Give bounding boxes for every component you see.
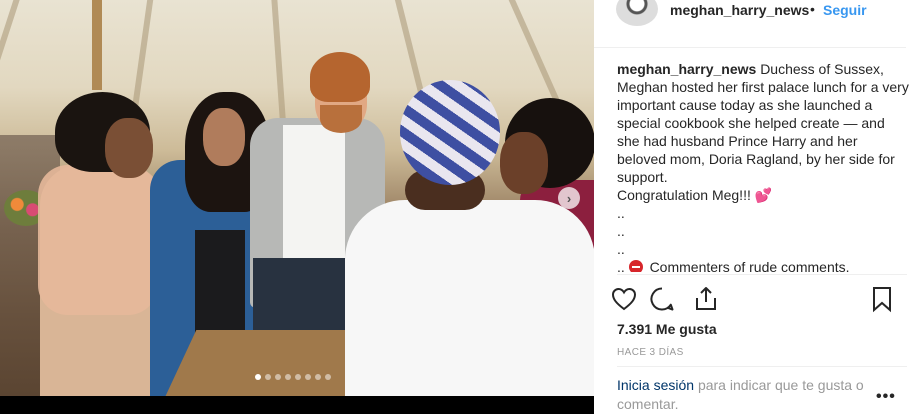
avatar[interactable] (616, 0, 658, 26)
more-options-button[interactable]: ••• (876, 388, 896, 406)
post-timestamp[interactable]: HACE 3 DÍAS (617, 347, 684, 358)
comment-button[interactable] (648, 285, 676, 313)
person-woman-left-scarf (38, 165, 158, 315)
caption: meghan_harry_news Duchess of Sussex, Meg… (617, 60, 909, 272)
person-man-hair (310, 52, 370, 102)
share-button[interactable] (692, 285, 720, 313)
carousel-dots (255, 374, 331, 380)
person-man-beard (320, 105, 362, 133)
follow-button[interactable]: Seguir (823, 2, 867, 18)
caption-paragraph: meghan_harry_news Duchess of Sussex, Meg… (617, 60, 909, 186)
person-woman-left-face (105, 118, 153, 178)
comment-icon (650, 287, 674, 311)
tent-pole (92, 0, 102, 90)
caption-text-last: Commenters of rude comments. (649, 259, 850, 272)
caption-dots: .. (617, 205, 625, 221)
bookmark-icon (873, 287, 891, 313)
divider (617, 366, 907, 367)
divider (617, 274, 907, 275)
caption-text: Duchess of Sussex, Meghan hosted her fir… (617, 61, 909, 185)
post-header: meghan_harry_news • Seguir (594, 0, 906, 48)
login-prompt: Inicia sesión para indicar que te gusta … (617, 376, 877, 414)
caption-dots: .. (617, 241, 625, 257)
action-bar (610, 285, 908, 313)
person-woman-right-face (500, 132, 548, 194)
person-foreground-headwrap (400, 80, 500, 185)
caption-username[interactable]: meghan_harry_news (617, 61, 756, 77)
no-entry-icon (628, 260, 643, 272)
photo-bottom-bar (0, 396, 594, 414)
share-icon (696, 287, 716, 310)
post-sidebar: meghan_harry_news • Seguir meghan_harry_… (594, 0, 924, 414)
login-link[interactable]: Inicia sesión (617, 377, 694, 393)
like-count[interactable]: 7.391 Me gusta (617, 321, 717, 337)
caption-congrats: Congratulation Meg!!! 💕 (617, 187, 773, 203)
carousel-dot (285, 374, 291, 380)
caption-dots: .. (617, 259, 625, 272)
person-foreground-white-top (345, 200, 594, 396)
carousel-next-button[interactable]: › (558, 187, 580, 209)
carousel-dot (305, 374, 311, 380)
header-separator: • (810, 1, 815, 17)
person-man-shirt (283, 125, 345, 260)
carousel-dot (315, 374, 321, 380)
heart-icon (611, 287, 637, 311)
carousel-dot (325, 374, 331, 380)
caption-line-last: .. Commenters of rude comments. (617, 258, 909, 272)
chevron-right-icon: › (566, 190, 572, 206)
carousel-dot (265, 374, 271, 380)
tent-stripe (0, 0, 26, 143)
header-username[interactable]: meghan_harry_news (670, 2, 809, 18)
carousel-dot (275, 374, 281, 380)
carousel-dot (295, 374, 301, 380)
caption-dots: .. (617, 223, 625, 239)
person-woman-face (203, 108, 245, 166)
save-button[interactable] (868, 285, 896, 313)
post-photo[interactable]: › (0, 0, 594, 396)
like-button[interactable] (610, 285, 638, 313)
carousel-dot (255, 374, 261, 380)
